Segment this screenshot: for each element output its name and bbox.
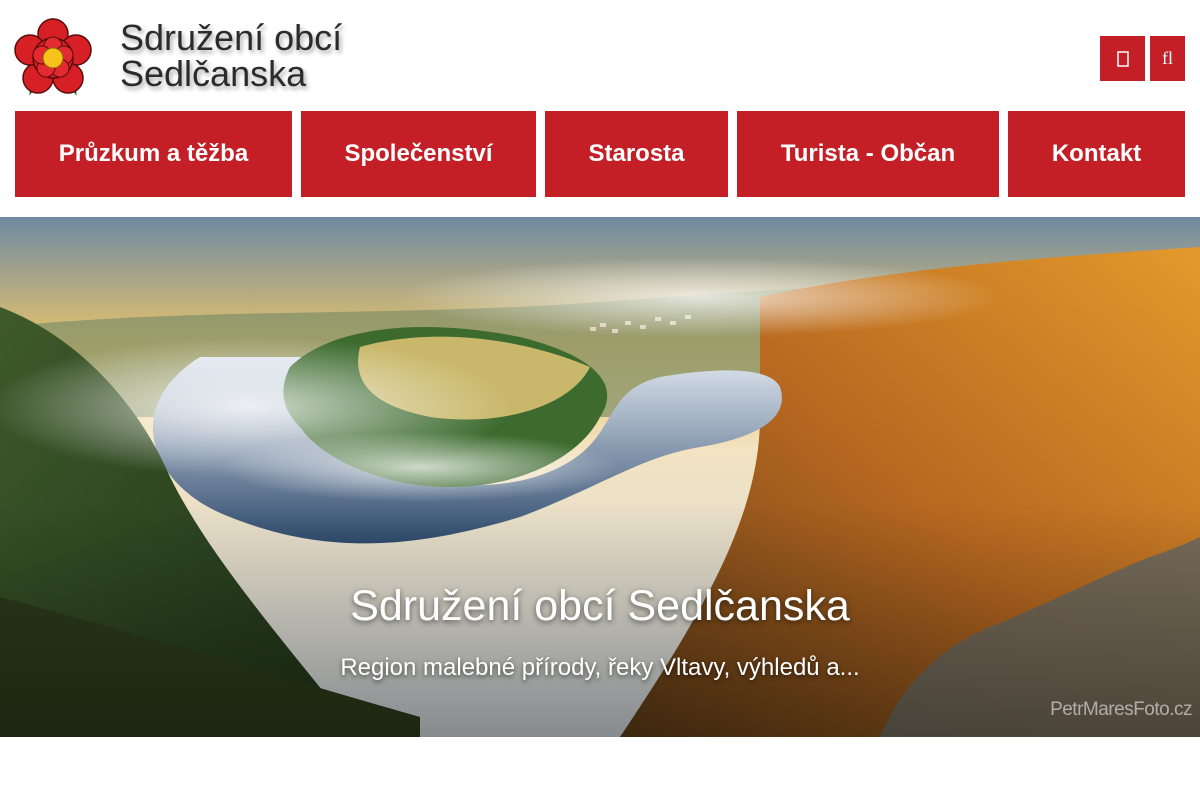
nav-item-spolecenstvi[interactable]: Společenství [301,111,536,197]
search-icon: fl [1162,48,1173,68]
site-header: Sdružení obcí Sedlčanska fl [0,0,1200,111]
rose-logo-icon[interactable] [14,16,92,98]
site-title[interactable]: Sdružení obcí Sedlčanska [120,20,342,92]
unknown-glyph-icon [1116,50,1129,67]
nav-item-starosta[interactable]: Starosta [545,111,728,197]
header-tools: fl [1100,36,1185,81]
hero-banner: Sdružení obcí Sedlčanska Region malebné … [0,217,1200,737]
site-title-line1: Sdružení obcí [120,17,343,58]
unknown-glyph-button[interactable] [1100,36,1145,81]
hero-subtitle: Region malebné přírody, řeky Vltavy, výh… [340,654,860,681]
site-title-line2: Sedlčanska [120,53,307,94]
search-button[interactable]: fl [1150,36,1185,81]
nav-item-turista-obcan[interactable]: Turista - Občan [737,111,999,197]
hero-title: Sdružení obcí Sedlčanska [350,582,850,630]
nav-item-pruzkum-a-tezba[interactable]: Průzkum a těžba [15,111,292,197]
main-navigation: Průzkum a těžba Společenství Starosta Tu… [15,111,1185,197]
nav-item-kontakt[interactable]: Kontakt [1008,111,1185,197]
photo-watermark: PetrMaresFoto.cz [1050,699,1192,720]
